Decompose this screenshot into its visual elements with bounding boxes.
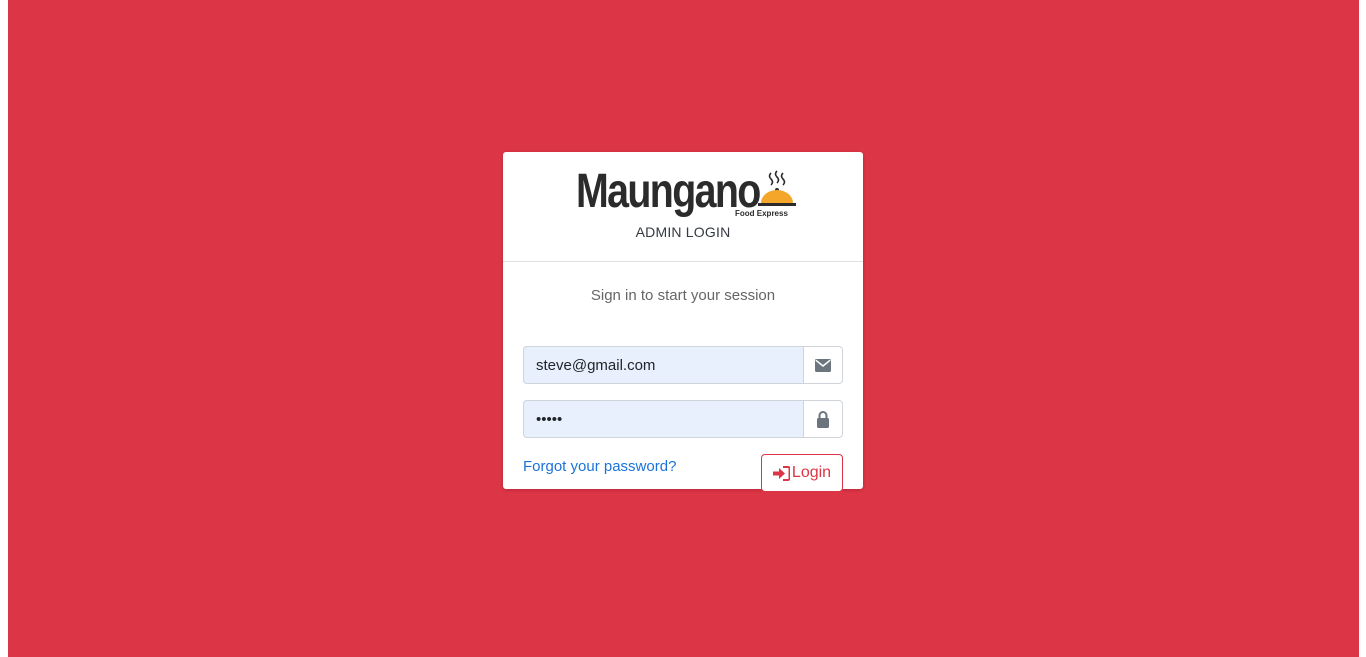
login-form: Sign in to start your session Forgot you… — [503, 286, 863, 492]
cloche-icon — [758, 170, 796, 206]
password-field[interactable] — [523, 400, 803, 438]
sign-in-icon — [772, 465, 790, 481]
session-message: Sign in to start your session — [590, 287, 776, 304]
brand-tagline: Food Express — [735, 209, 788, 218]
email-field[interactable] — [523, 346, 803, 384]
card-header: Maungano Food Express ADMIN LOGIN — [503, 152, 863, 262]
envelope-icon — [803, 346, 843, 384]
email-input-group — [523, 346, 843, 384]
forgot-password-link[interactable]: Forgot your password? — [523, 458, 676, 475]
lock-icon — [803, 400, 843, 438]
login-button[interactable]: Login — [761, 454, 843, 492]
brand-logo: Maungano Food Express — [576, 165, 796, 222]
password-input-group — [523, 400, 843, 438]
login-card: Maungano Food Express ADMIN LOGIN Sign i… — [503, 152, 863, 492]
page-title: ADMIN LOGIN — [635, 224, 731, 240]
brand-name: Maungano — [576, 165, 761, 218]
login-button-label: Login — [791, 464, 832, 481]
